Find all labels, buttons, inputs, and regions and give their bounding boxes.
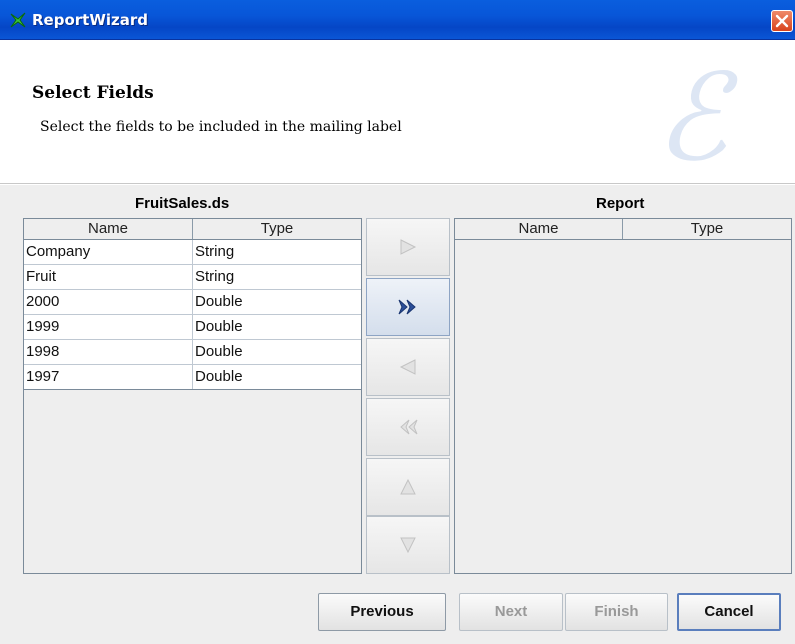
- report-wizard-icon: [9, 11, 27, 29]
- column-header-type[interactable]: Type: [193, 219, 361, 239]
- double-arrow-right-icon: [398, 299, 416, 315]
- row-name-cell: 1998: [24, 340, 193, 364]
- row-type-cell: Double: [195, 343, 243, 360]
- next-button[interactable]: Next: [459, 593, 563, 631]
- column-header-type[interactable]: Type: [623, 219, 791, 239]
- finish-button[interactable]: Finish: [565, 593, 668, 631]
- row-type-cell: String: [195, 243, 235, 260]
- e-logo-icon: ℰ: [655, 49, 728, 188]
- window-title: ReportWizard: [32, 11, 149, 29]
- row-name-cell: Company: [24, 240, 193, 264]
- row-name-cell: Fruit: [24, 265, 193, 289]
- previous-button[interactable]: Previous: [318, 593, 446, 631]
- row-type-cell: Double: [195, 368, 243, 385]
- report-table-title: Report: [596, 195, 645, 212]
- row-name-cell: 2000: [24, 290, 193, 314]
- move-down-button[interactable]: [366, 516, 450, 574]
- row-type-cell: Double: [195, 318, 243, 335]
- table-row[interactable]: 1999 Double: [24, 315, 361, 340]
- add-all-fields-button[interactable]: [366, 278, 450, 336]
- close-icon: [775, 14, 789, 28]
- step-description: Select the fields to be included in the …: [40, 119, 402, 135]
- cancel-button[interactable]: Cancel: [677, 593, 781, 631]
- remove-field-button[interactable]: [366, 338, 450, 396]
- report-table-header: Name Type: [455, 219, 791, 240]
- close-button[interactable]: [771, 10, 793, 32]
- report-fields-table[interactable]: Name Type: [454, 218, 792, 574]
- double-arrow-left-icon: [400, 419, 418, 435]
- source-fields-table[interactable]: Name Type Company String Fruit String 20…: [23, 218, 362, 574]
- table-row[interactable]: 1997 Double: [24, 365, 361, 390]
- table-row[interactable]: 2000 Double: [24, 290, 361, 315]
- arrow-up-icon: [400, 478, 416, 495]
- remove-all-fields-button[interactable]: [366, 398, 450, 456]
- step-title: Select Fields: [32, 83, 154, 103]
- table-row[interactable]: Fruit String: [24, 265, 361, 290]
- row-type-cell: String: [195, 268, 235, 285]
- move-up-button[interactable]: [366, 458, 450, 516]
- row-type-cell: Double: [195, 293, 243, 310]
- source-table-header: Name Type: [24, 219, 361, 240]
- column-header-name[interactable]: Name: [455, 219, 623, 239]
- table-row[interactable]: 1998 Double: [24, 340, 361, 365]
- source-table-title: FruitSales.ds: [135, 195, 230, 212]
- title-bar: ReportWizard: [0, 0, 795, 40]
- main-panel: FruitSales.ds Report Name Type Company S…: [0, 185, 795, 644]
- row-name-cell: 1997: [24, 365, 193, 389]
- arrow-left-icon: [399, 359, 416, 375]
- row-name-cell: 1999: [24, 315, 193, 339]
- column-header-name[interactable]: Name: [24, 219, 193, 239]
- table-row[interactable]: Company String: [24, 240, 361, 265]
- arrow-down-icon: [400, 537, 416, 554]
- wizard-header: Select Fields Select the fields to be in…: [0, 41, 795, 184]
- add-field-button[interactable]: [366, 218, 450, 276]
- arrow-right-icon: [400, 239, 417, 255]
